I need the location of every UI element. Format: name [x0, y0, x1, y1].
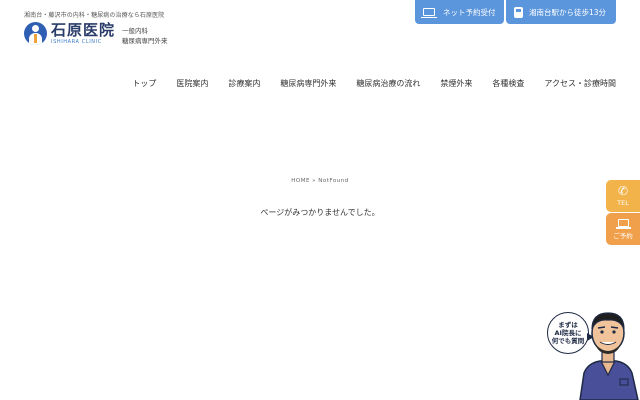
- ai-doctor-avatar[interactable]: [576, 305, 640, 400]
- doctor-logo-icon: [24, 22, 47, 45]
- train-icon: [514, 6, 523, 18]
- nav-item-services[interactable]: 診療案内: [228, 78, 260, 89]
- site-logo[interactable]: 石原医院 ISHIHARA CLINIC: [24, 22, 115, 45]
- global-nav: トップ 医院案内 診療案内 糖尿病専門外来 糖尿病治療の流れ 禁煙外来 各種検査…: [112, 78, 616, 89]
- nav-item-diabetes[interactable]: 糖尿病専門外来: [280, 78, 336, 89]
- not-found-message: ページがみつかりませんでした。: [260, 208, 380, 217]
- laptop-icon: [421, 8, 437, 18]
- reserve-tab[interactable]: ご予約: [606, 213, 640, 245]
- nav-item-access[interactable]: アクセス・診療時間: [544, 78, 616, 89]
- nav-item-smoking[interactable]: 禁煙外来: [440, 78, 472, 89]
- dept-general: 一般内科: [122, 27, 148, 35]
- access-label: 湘南台駅から徒歩13分: [529, 7, 607, 17]
- laptop-icon: [615, 218, 631, 229]
- tel-tab[interactable]: ✆ TEL: [606, 180, 640, 212]
- dept-diabetes: 糖尿病専門外来: [122, 37, 168, 45]
- logo-title: 石原医院: [51, 21, 116, 39]
- phone-icon: ✆: [617, 184, 629, 198]
- access-button[interactable]: 湘南台駅から徒歩13分: [506, 0, 616, 24]
- nav-item-diabetes-flow[interactable]: 糖尿病治療の流れ: [356, 78, 420, 89]
- reserve-tab-label: ご予約: [613, 231, 633, 240]
- nav-item-top[interactable]: トップ: [132, 78, 156, 89]
- site-tagline: 湘南台・藤沢市の内科・糖尿病の治療なら石原医院: [24, 12, 165, 19]
- logo-subtitle: ISHIHARA CLINIC: [51, 39, 102, 45]
- net-reserve-label: ネット予約受付: [443, 7, 496, 17]
- nav-item-clinic[interactable]: 医院案内: [176, 78, 208, 89]
- department-list: 一般内科 糖尿病専門外来: [122, 26, 168, 46]
- breadcrumb[interactable]: HOME » NotFound: [0, 178, 640, 184]
- nav-item-tests[interactable]: 各種検査: [492, 78, 524, 89]
- tel-label: TEL: [617, 199, 629, 207]
- net-reserve-button[interactable]: ネット予約受付: [415, 0, 504, 24]
